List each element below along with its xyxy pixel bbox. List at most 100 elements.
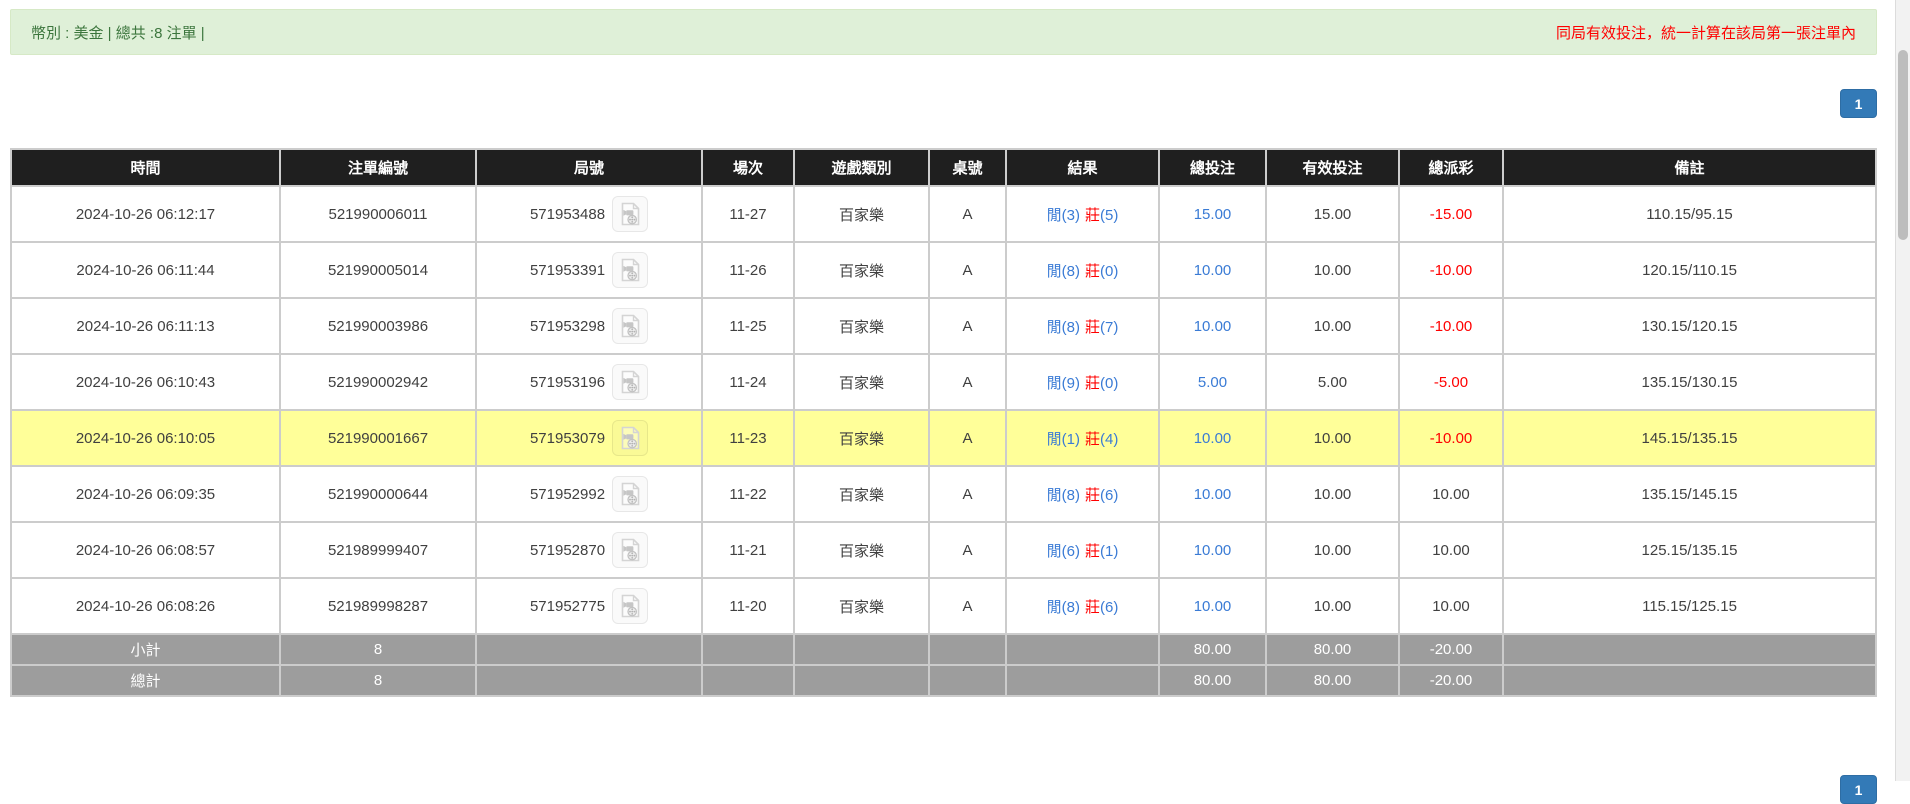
video-replay-button[interactable] [612, 196, 649, 232]
cell-payout: -5.00 [1398, 353, 1504, 411]
cell-time: 2024-10-26 06:10:05 [10, 409, 281, 467]
column-header-time: 時間 [10, 148, 281, 187]
round-number-text: 571952870 [529, 541, 606, 559]
result-banker-score: (6) [1100, 598, 1119, 616]
video-replay-button[interactable] [612, 364, 649, 400]
column-header-bet-number: 注單編號 [279, 148, 477, 187]
result-banker-label: 莊 [1084, 542, 1100, 560]
cell-total-bet[interactable]: 10.00 [1158, 465, 1267, 523]
video-replay-icon [621, 202, 640, 226]
video-replay-icon [621, 370, 640, 394]
video-replay-button[interactable] [612, 420, 649, 456]
cell-total-bet[interactable]: 10.00 [1158, 521, 1267, 579]
result-banker-label: 莊 [1084, 374, 1100, 392]
cell-bet-number: 521990006011 [279, 185, 477, 243]
video-replay-button[interactable] [612, 308, 649, 344]
column-header-session: 場次 [701, 148, 795, 187]
result-banker-score: (0) [1100, 374, 1119, 392]
table-header-row: 時間 注單編號 局號 場次 遊戲類別 桌號 結果 總投注 有效投注 總派彩 備註 [10, 148, 1877, 187]
result-banker-label: 莊 [1084, 318, 1100, 336]
cell-payout: -10.00 [1398, 297, 1504, 355]
column-header-result: 結果 [1005, 148, 1160, 187]
column-header-total-bet: 總投注 [1158, 148, 1267, 187]
cell-table-code: A [928, 577, 1007, 635]
cell-payout: 10.00 [1398, 577, 1504, 635]
scrollbar-thumb[interactable] [1898, 50, 1908, 240]
result-banker-score: (1) [1100, 542, 1119, 560]
cell-bet-number: 521990002942 [279, 353, 477, 411]
cell-game-type: 百家樂 [793, 577, 930, 635]
cell-total-bet[interactable]: 10.00 [1158, 409, 1267, 467]
cell-round-number: 571953391 [475, 241, 703, 299]
pagination-page-1-top[interactable]: 1 [1840, 89, 1877, 118]
cell-result: 閒(1) 莊(4) [1005, 409, 1160, 467]
video-replay-button[interactable] [612, 476, 649, 512]
pagination-page-1-bottom[interactable]: 1 [1840, 775, 1877, 804]
result-banker-label: 莊 [1084, 430, 1100, 448]
cell-time: 2024-10-26 06:12:17 [10, 185, 281, 243]
bet-record-row: 2024-10-26 06:10:43 521990002942 571953196… [10, 353, 1877, 411]
summary-section: 小計 8 80.00 80.00 -20.00 總計 8 80.00 80.00… [10, 633, 1877, 697]
vertical-scrollbar[interactable] [1895, 0, 1910, 781]
column-header-game-type: 遊戲類別 [793, 148, 930, 187]
cell-bet-number: 521990005014 [279, 241, 477, 299]
video-replay-icon [621, 594, 640, 618]
cell-total-bet[interactable]: 10.00 [1158, 577, 1267, 635]
cell-valid-bet: 10.00 [1265, 297, 1400, 355]
cell-remark: 135.15/130.15 [1502, 353, 1877, 411]
cell-game-type: 百家樂 [793, 521, 930, 579]
column-header-remark: 備註 [1502, 148, 1877, 187]
cell-game-type: 百家樂 [793, 185, 930, 243]
cell-round-number: 571952775 [475, 577, 703, 635]
cell-round-number: 571953298 [475, 297, 703, 355]
cell-total-bet[interactable]: 15.00 [1158, 185, 1267, 243]
bet-record-row: 2024-10-26 06:09:35 521990000644 571952992… [10, 465, 1877, 523]
cell-bet-number: 521989998287 [279, 577, 477, 635]
cell-valid-bet: 10.00 [1265, 577, 1400, 635]
cell-remark: 115.15/125.15 [1502, 577, 1877, 635]
bet-record-row: 2024-10-26 06:11:13 521990003986 571953298… [10, 297, 1877, 355]
cell-round-number: 571952992 [475, 465, 703, 523]
grand-total-payout: -20.00 [1398, 664, 1504, 697]
grand-total-total-bet: 80.00 [1158, 664, 1267, 697]
cell-payout: -10.00 [1398, 409, 1504, 467]
cell-total-bet[interactable]: 5.00 [1158, 353, 1267, 411]
cell-time: 2024-10-26 06:08:26 [10, 577, 281, 635]
result-player-score: 閒(8) [1046, 318, 1080, 336]
cell-payout: 10.00 [1398, 465, 1504, 523]
cell-remark: 130.15/120.15 [1502, 297, 1877, 355]
video-replay-icon [621, 482, 640, 506]
video-replay-button[interactable] [612, 252, 649, 288]
result-player-score: 閒(9) [1046, 374, 1080, 392]
cell-valid-bet: 10.00 [1265, 241, 1400, 299]
cell-time: 2024-10-26 06:11:44 [10, 241, 281, 299]
round-number-text: 571953488 [529, 205, 606, 223]
cell-result: 閒(9) 莊(0) [1005, 353, 1160, 411]
video-replay-button[interactable] [612, 532, 649, 568]
video-replay-icon [621, 314, 640, 338]
grand-total-row: 總計 8 80.00 80.00 -20.00 [10, 664, 1877, 697]
cell-round-number: 571952870 [475, 521, 703, 579]
cell-game-type: 百家樂 [793, 297, 930, 355]
cell-session: 11-24 [701, 353, 795, 411]
result-player-score: 閒(8) [1046, 486, 1080, 504]
result-banker-score: (5) [1100, 206, 1119, 224]
cell-total-bet[interactable]: 10.00 [1158, 241, 1267, 299]
column-header-payout: 總派彩 [1398, 148, 1504, 187]
cell-payout: 10.00 [1398, 521, 1504, 579]
round-number-text: 571952775 [529, 597, 606, 615]
cell-session: 11-25 [701, 297, 795, 355]
video-replay-button[interactable] [612, 588, 649, 624]
cell-valid-bet: 15.00 [1265, 185, 1400, 243]
round-number-text: 571953079 [529, 429, 606, 447]
cell-valid-bet: 10.00 [1265, 521, 1400, 579]
bet-record-row: 2024-10-26 06:08:57 521989999407 571952870… [10, 521, 1877, 579]
cell-remark: 145.15/135.15 [1502, 409, 1877, 467]
cell-table-code: A [928, 185, 1007, 243]
grand-total-count: 8 [279, 664, 477, 697]
cell-game-type: 百家樂 [793, 409, 930, 467]
round-number-text: 571953391 [529, 261, 606, 279]
cell-total-bet[interactable]: 10.00 [1158, 297, 1267, 355]
result-player-score: 閒(1) [1046, 430, 1080, 448]
result-player-score: 閒(6) [1046, 542, 1080, 560]
